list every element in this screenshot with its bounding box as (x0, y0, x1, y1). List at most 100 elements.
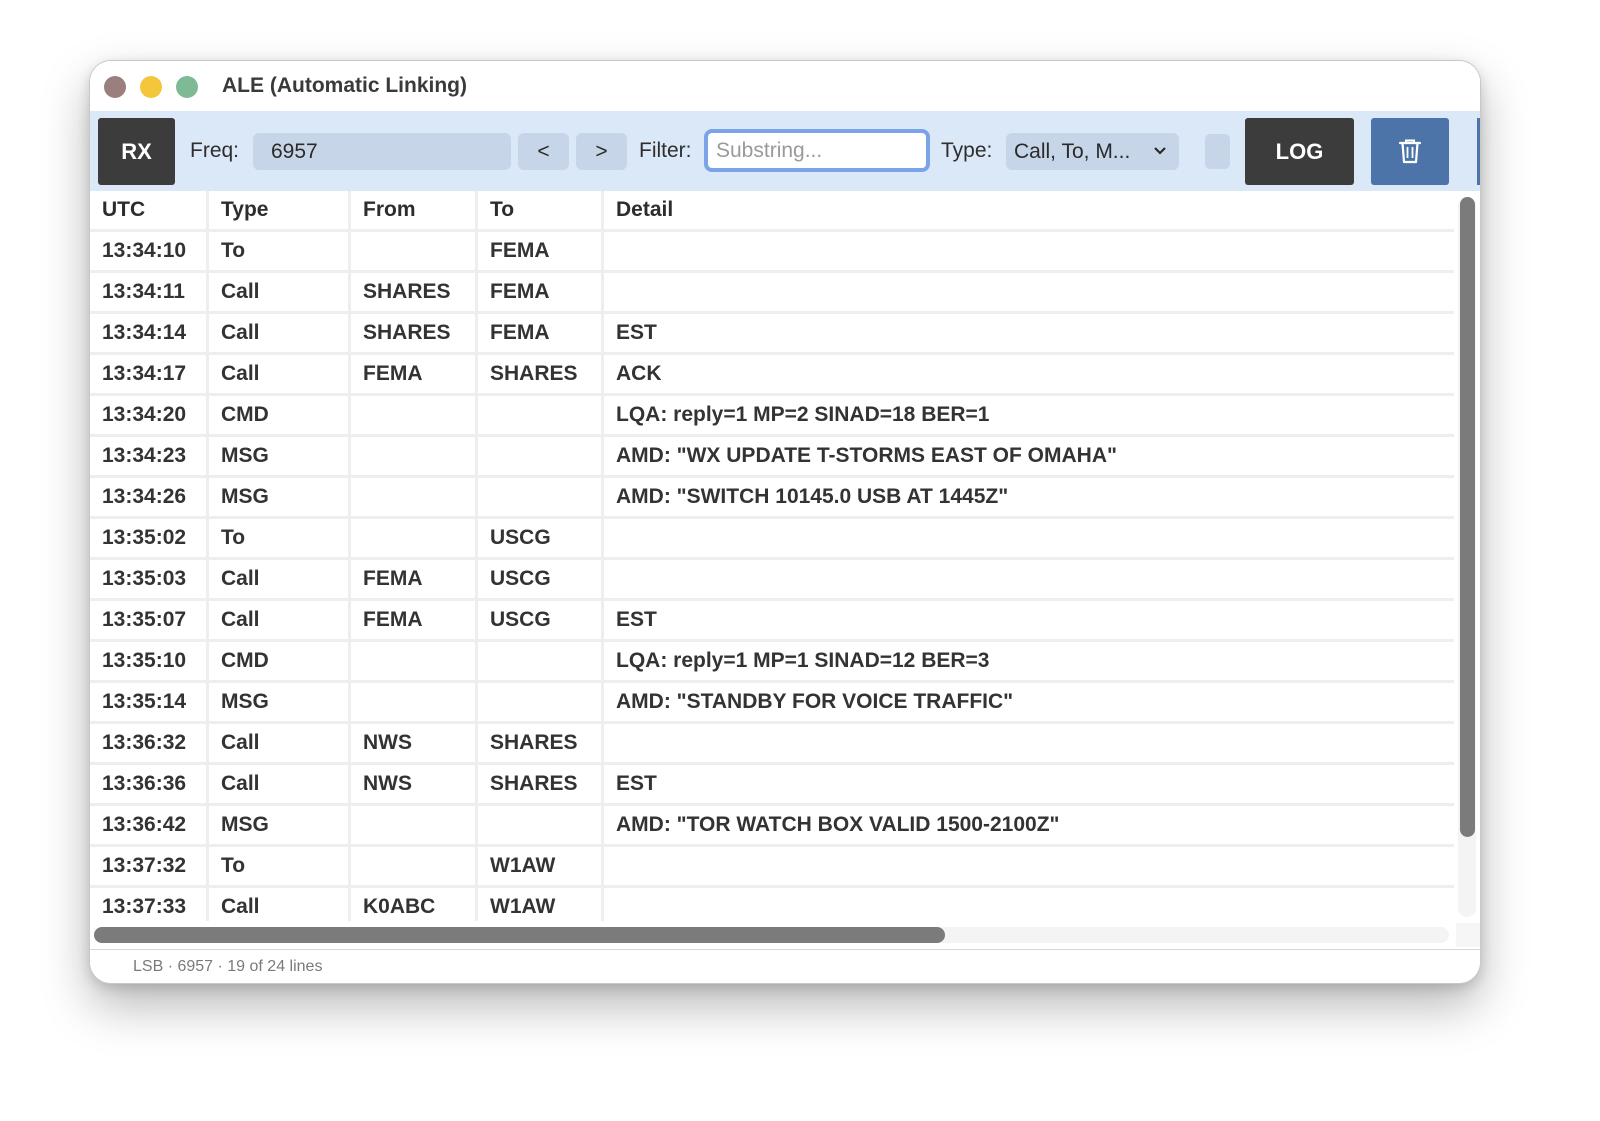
vertical-scrollbar-thumb[interactable] (1460, 197, 1475, 837)
column-header-type[interactable]: Type (209, 191, 351, 232)
cell-to: USCG (478, 601, 604, 642)
cell-to (478, 806, 604, 847)
cell-from (351, 232, 478, 273)
column-header-detail[interactable]: Detail (604, 191, 1454, 232)
title-bar: ALE (Automatic Linking) (90, 61, 1480, 111)
cell-utc: 13:34:14 (90, 314, 209, 355)
scrollbar-corner (1456, 923, 1480, 947)
cell-type: To (209, 232, 351, 273)
cell-to: SHARES (478, 765, 604, 806)
cell-to: W1AW (478, 847, 604, 888)
zoom-window-button[interactable] (176, 76, 198, 98)
next-frequency-button[interactable]: > (576, 133, 627, 170)
column-header-to[interactable]: To (478, 191, 604, 232)
cell-to: SHARES (478, 355, 604, 396)
cell-utc: 13:37:32 (90, 847, 209, 888)
close-window-button[interactable] (104, 76, 126, 98)
table-row[interactable]: 13:34:20 CMD LQA: reply=1 MP=2 SINAD=18 BE… (90, 396, 1454, 437)
cell-utc: 13:35:14 (90, 683, 209, 724)
cell-type: To (209, 847, 351, 888)
column-header-utc[interactable]: UTC (90, 191, 209, 232)
cell-type: Call (209, 560, 351, 601)
cell-type: To (209, 519, 351, 560)
cell-type: Call (209, 765, 351, 806)
cell-from: NWS (351, 765, 478, 806)
cell-detail (604, 232, 1454, 273)
trash-icon (1398, 139, 1422, 164)
overflow-button-edge[interactable] (1477, 118, 1480, 185)
cell-to: SHARES (478, 724, 604, 765)
clear-button[interactable] (1371, 118, 1449, 185)
table-row[interactable]: 13:35:14 MSG AMD: "STANDBY FOR VOICE TRAFF… (90, 683, 1454, 724)
cell-detail (604, 847, 1454, 888)
cell-to (478, 683, 604, 724)
table-row[interactable]: 13:36:32 Call NWS SHARES (90, 724, 1454, 765)
cell-from (351, 683, 478, 724)
cell-type: CMD (209, 642, 351, 683)
table-row[interactable]: 13:34:23 MSG AMD: "WX UPDATE T-STORMS EAST… (90, 437, 1454, 478)
cell-to: FEMA (478, 273, 604, 314)
cell-from (351, 847, 478, 888)
cell-type: Call (209, 355, 351, 396)
cell-detail (604, 560, 1454, 601)
cell-from (351, 437, 478, 478)
table-row[interactable]: 13:35:03 Call FEMA USCG (90, 560, 1454, 601)
cell-detail: AMD: "TOR WATCH BOX VALID 1500-2100Z" (604, 806, 1454, 847)
cell-utc: 13:35:03 (90, 560, 209, 601)
table-row[interactable]: 13:35:07 Call FEMA USCG EST (90, 601, 1454, 642)
cell-utc: 13:35:07 (90, 601, 209, 642)
table-row[interactable]: 13:36:42 MSG AMD: "TOR WATCH BOX VALID 150… (90, 806, 1454, 847)
cell-from: NWS (351, 724, 478, 765)
window-title: ALE (Automatic Linking) (222, 74, 467, 97)
type-dropdown-value: Call, To, M... (1014, 140, 1131, 163)
status-bar: LSB · 6957 · 19 of 24 lines (90, 949, 1480, 983)
cell-detail (604, 519, 1454, 560)
filter-input[interactable] (704, 129, 930, 172)
cell-type: MSG (209, 806, 351, 847)
cell-type: Call (209, 888, 351, 921)
cell-utc: 13:36:42 (90, 806, 209, 847)
cell-from (351, 519, 478, 560)
table-row[interactable]: 13:36:36 Call NWS SHARES EST (90, 765, 1454, 806)
cell-from: FEMA (351, 355, 478, 396)
cell-from (351, 806, 478, 847)
type-dropdown[interactable]: Call, To, M... (1006, 133, 1179, 170)
log-button[interactable]: LOG (1245, 118, 1354, 185)
toggle-box[interactable] (1205, 134, 1230, 169)
table-row[interactable]: 13:34:10 To FEMA (90, 232, 1454, 273)
filter-label: Filter: (639, 139, 692, 162)
app-window: ALE (Automatic Linking) RX Freq: < > Fil… (89, 60, 1481, 984)
minimize-window-button[interactable] (140, 76, 162, 98)
table-row[interactable]: 13:35:10 CMD LQA: reply=1 MP=1 SINAD=12 BE… (90, 642, 1454, 683)
cell-from: SHARES (351, 314, 478, 355)
cell-utc: 13:35:02 (90, 519, 209, 560)
table-row[interactable]: 13:37:33 Call K0ABC W1AW (90, 888, 1454, 921)
prev-frequency-button[interactable]: < (518, 133, 569, 170)
table-row[interactable]: 13:37:32 To W1AW (90, 847, 1454, 888)
horizontal-scrollbar-thumb[interactable] (94, 927, 945, 943)
table-row[interactable]: 13:35:02 To USCG (90, 519, 1454, 560)
cell-to: FEMA (478, 232, 604, 273)
log-table-container: UTC Type From To Detail 13:34:10 To FEMA 1… (90, 191, 1454, 921)
table-row[interactable]: 13:34:17 Call FEMA SHARES ACK (90, 355, 1454, 396)
cell-detail: EST (604, 765, 1454, 806)
rx-button[interactable]: RX (98, 118, 175, 185)
cell-from (351, 396, 478, 437)
cell-from: SHARES (351, 273, 478, 314)
status-text: LSB · 6957 · 19 of 24 lines (133, 958, 323, 975)
log-table: UTC Type From To Detail 13:34:10 To FEMA 1… (90, 191, 1454, 921)
table-row[interactable]: 13:34:11 Call SHARES FEMA (90, 273, 1454, 314)
table-row[interactable]: 13:34:26 MSG AMD: "SWITCH 10145.0 USB AT 1… (90, 478, 1454, 519)
cell-from: K0ABC (351, 888, 478, 921)
cell-detail: AMD: "WX UPDATE T-STORMS EAST OF OMAHA" (604, 437, 1454, 478)
cell-utc: 13:34:20 (90, 396, 209, 437)
cell-type: Call (209, 601, 351, 642)
cell-utc: 13:34:26 (90, 478, 209, 519)
cell-detail: EST (604, 314, 1454, 355)
table-row[interactable]: 13:34:14 Call SHARES FEMA EST (90, 314, 1454, 355)
cell-detail: AMD: "SWITCH 10145.0 USB AT 1445Z" (604, 478, 1454, 519)
frequency-input[interactable] (253, 133, 511, 170)
column-header-from[interactable]: From (351, 191, 478, 232)
cell-detail (604, 724, 1454, 765)
toolbar: RX Freq: < > Filter: Type: Call, To, M..… (90, 111, 1480, 191)
